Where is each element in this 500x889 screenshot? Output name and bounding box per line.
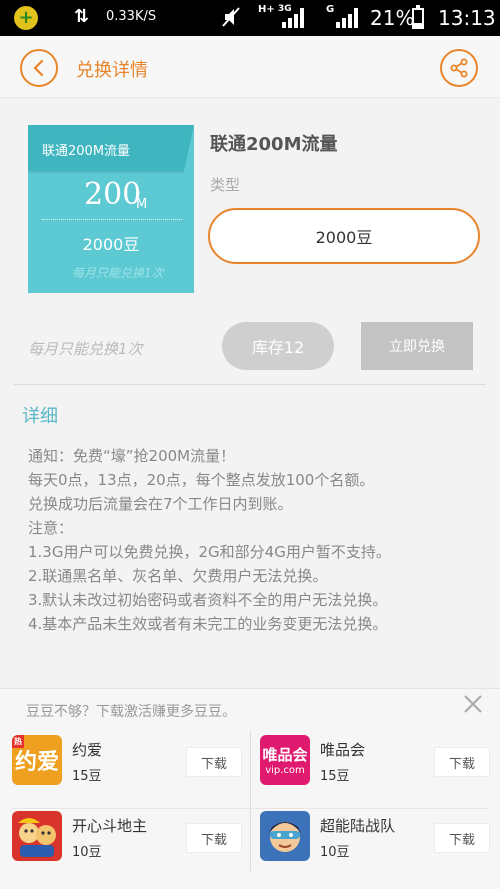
app-name: 超能陆战队 [320,817,396,835]
detail-line: 1.3G用户可以免费兑换，2G和部分4G用户暂不支持。 [28,543,391,561]
detail-line: 通知：免费“壕”抢200M流量！ [28,447,236,465]
card-price: 2000豆 [82,235,140,254]
app-price: 15豆 [72,769,102,784]
download-button-doudizhu[interactable]: 下载 [186,823,242,853]
detail-line: 4.基本产品未生效或者有未完工的业务变更无法兑换。 [28,615,388,633]
download-button-yueai[interactable]: 下载 [186,747,242,777]
app-name: 开心斗地主 [72,817,148,835]
page-title: 兑换详情 [76,60,148,81]
share-button[interactable] [440,49,478,87]
detail-line: 3.默认未改过初始密码或者资料不全的用户无法兑换。 [28,591,388,609]
clock: 13:13 [438,6,496,30]
battery-percentage: 21% [370,6,415,30]
type-option-2000[interactable]: 2000豆 [208,208,480,264]
card-limit-note: 每月只能兑换1次 [72,266,164,280]
battery-icon [412,5,424,29]
vip-app-icon: 唯品会 vip.com [260,735,310,785]
close-icon [464,695,482,713]
detail-line: 注意： [28,519,74,537]
promo-app-doudizhu: 开心斗地主 10豆 下载 [0,811,250,887]
detail-text: 通知：免费“壕”抢200M流量！ 每天0点，13点，20点，每个整点发放100个… [28,444,468,636]
close-button[interactable] [462,693,484,719]
big-hero-app-icon [260,811,310,861]
vip-icon-sub: vip.com [265,765,305,776]
promo-title: 豆豆不够？下载激活赚更多豆豆。 [26,704,236,720]
detail-line: 兑换成功后流量会在7个工作日内到账。 [28,495,293,513]
yueai-app-icon: 热 约爱 [12,735,62,785]
card-data-unit: M [136,197,148,212]
section-divider [14,384,486,385]
network-type-hplus: H+ [258,4,275,15]
signal-bars-icon [282,8,304,28]
yueai-icon-text: 约爱 [14,750,59,775]
app-name: 唯品会 [320,741,366,759]
doudizhu-app-icon [12,811,62,861]
download-button-vip[interactable]: 下载 [434,747,490,777]
promo-row-divider [12,808,488,809]
back-button[interactable] [20,49,58,87]
hot-badge: 热 [12,735,24,748]
promo-app-big-hero: 超能陆战队 10豆 下载 [248,811,498,887]
card-product-name: 联通200M流量 [42,144,131,159]
product-title: 联通200M流量 [210,134,338,155]
detail-heading: 详细 [22,406,58,427]
app-price: 10豆 [320,845,350,860]
chevron-left-icon [33,59,44,77]
mute-icon [222,6,240,33]
product-card-image: 联通200M流量 200 M 2000豆 每月只能兑换1次 [28,125,194,293]
app-notification-icon: + [14,6,38,30]
status-bar: + ⇅ 0.33K/S H+ 3G G 21% 13:13 [0,0,500,36]
card-data-amount: 200 [84,177,142,212]
card-divider [42,219,182,220]
app-price: 15豆 [320,769,350,784]
exchange-now-button[interactable]: 立即兑换 [361,322,473,370]
exchange-limit-text: 每月只能兑换1次 [28,340,143,358]
data-transfer-icon: ⇅ [74,6,90,27]
network-type-g: G [326,4,335,15]
promo-panel: 豆豆不够？下载激活赚更多豆豆。 热 约爱 约爱 15豆 下载 唯品会 vip.c… [0,688,500,889]
signal-bars-icon-2 [336,8,358,28]
app-header: 兑换详情 [0,36,500,98]
network-speed: 0.33K/S [106,9,157,24]
card-banner-shadow [28,171,184,173]
download-button-big-hero[interactable]: 下载 [434,823,490,853]
app-price: 10豆 [72,845,102,860]
app-name: 约爱 [72,741,103,759]
vip-icon-text: 唯品会 [262,746,308,764]
promo-app-yueai: 热 约爱 约爱 15豆 下载 [0,735,250,811]
type-label: 类型 [210,176,241,194]
promo-app-vip: 唯品会 vip.com 唯品会 15豆 下载 [248,735,498,811]
detail-line: 每天0点，13点，20点，每个整点发放100个名额。 [28,471,375,489]
detail-line: 2.联通黑名单、灰名单、欠费用户无法兑换。 [28,567,328,585]
share-icon [450,58,468,78]
stock-badge: 库存12 [222,322,334,370]
